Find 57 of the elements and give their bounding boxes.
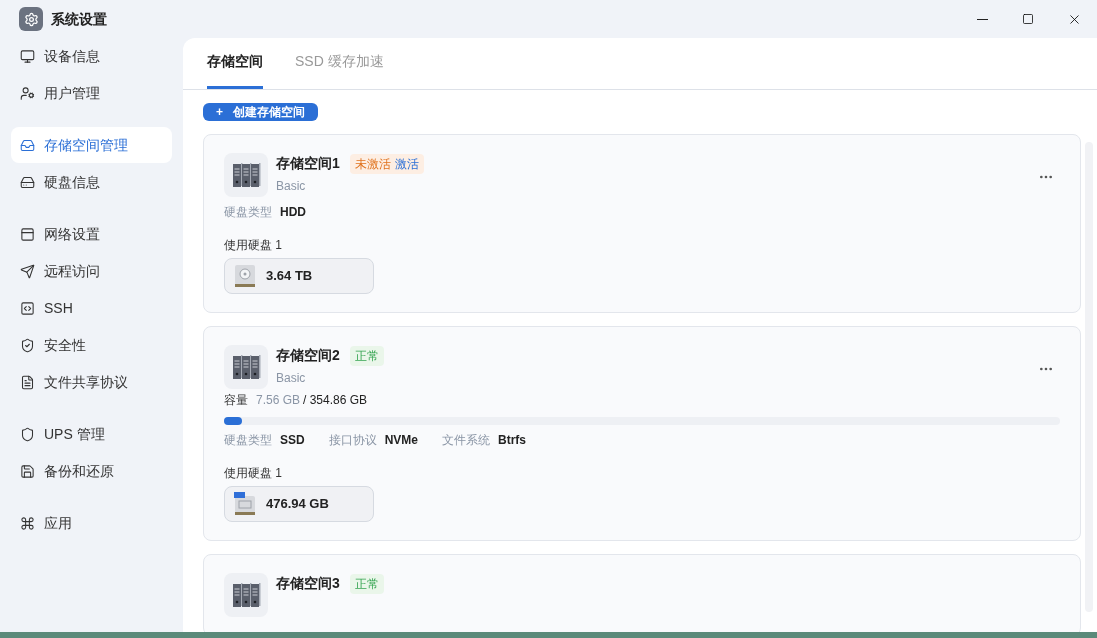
server-icon <box>224 345 268 389</box>
tab[interactable]: 存储空间 <box>207 51 263 89</box>
monitor-icon <box>20 48 35 64</box>
tray-icon <box>20 137 35 153</box>
window-icon <box>20 226 35 242</box>
disks-label: 使用硬盘 1 <box>224 237 283 254</box>
total-capacity: / 354.86 GB <box>303 392 368 409</box>
ssd-icon <box>234 492 256 516</box>
sidebar-item[interactable]: 存储空间管理 <box>11 127 172 163</box>
status-tag: 正常 <box>349 345 384 366</box>
sidebar-item[interactable]: 硬盘信息 <box>11 164 172 200</box>
activate-link[interactable]: 激活 <box>394 154 419 173</box>
sidebar-item[interactable]: 备份和还原 <box>11 453 172 489</box>
property-label: 文件系统 <box>442 432 491 449</box>
drive-icon <box>20 174 35 190</box>
sidebar-item[interactable]: SSH <box>11 290 172 326</box>
property-label: 接口协议 <box>328 432 377 449</box>
server-icon <box>224 153 268 197</box>
disk-chip[interactable]: 3.64 TB <box>224 258 374 294</box>
sidebar-item[interactable]: 网络设置 <box>11 216 172 252</box>
server-icon <box>224 573 268 617</box>
sidebar-item[interactable]: 设备信息 <box>11 38 172 74</box>
raid-type: Basic <box>276 178 307 195</box>
document-icon <box>20 374 35 390</box>
sidebar-item[interactable]: 远程访问 <box>11 253 172 289</box>
property-value: Btrfs <box>498 432 527 449</box>
disks-label: 使用硬盘 1 <box>224 465 283 482</box>
command-icon <box>20 515 35 531</box>
maximize-icon <box>1022 13 1034 25</box>
shield-check-icon <box>20 337 35 353</box>
property-label: 硬盘类型 <box>224 204 272 221</box>
storage-title: 存储空间2 <box>276 346 340 365</box>
sidebar-item[interactable]: 应用 <box>11 505 172 541</box>
save-icon <box>20 463 35 479</box>
disk-chip[interactable]: 476.94 GB <box>224 486 374 522</box>
status-tag: 正常 <box>349 573 384 594</box>
shield-icon <box>20 426 35 442</box>
window-title: 系统设置 <box>51 9 107 29</box>
sidebar-item[interactable]: 文件共享协议 <box>11 364 172 400</box>
send-icon <box>20 263 35 279</box>
raid-type: Basic <box>276 370 307 387</box>
sidebar-item[interactable]: UPS 管理 <box>11 416 172 452</box>
capacity-label: 容量 <box>224 392 248 409</box>
sidebar-item[interactable]: 安全性 <box>11 327 172 363</box>
create-storage-button[interactable]: + 创建存储空间 <box>203 103 318 121</box>
storage-title: 存储空间3 <box>276 574 340 593</box>
property-value: SSD <box>280 432 305 449</box>
code-icon <box>20 300 35 316</box>
minimize-icon <box>976 18 988 20</box>
property-label: 硬盘类型 <box>224 432 272 449</box>
property-value: NVMe <box>384 432 419 449</box>
used-capacity: 7.56 GB <box>256 392 301 409</box>
user-gear-icon <box>20 85 35 101</box>
status-tag: 未激活 激活 <box>349 153 424 174</box>
storage-title: 存储空间1 <box>276 154 340 173</box>
sidebar-item[interactable]: 用户管理 <box>11 75 172 111</box>
property-value: HDD <box>280 204 306 221</box>
